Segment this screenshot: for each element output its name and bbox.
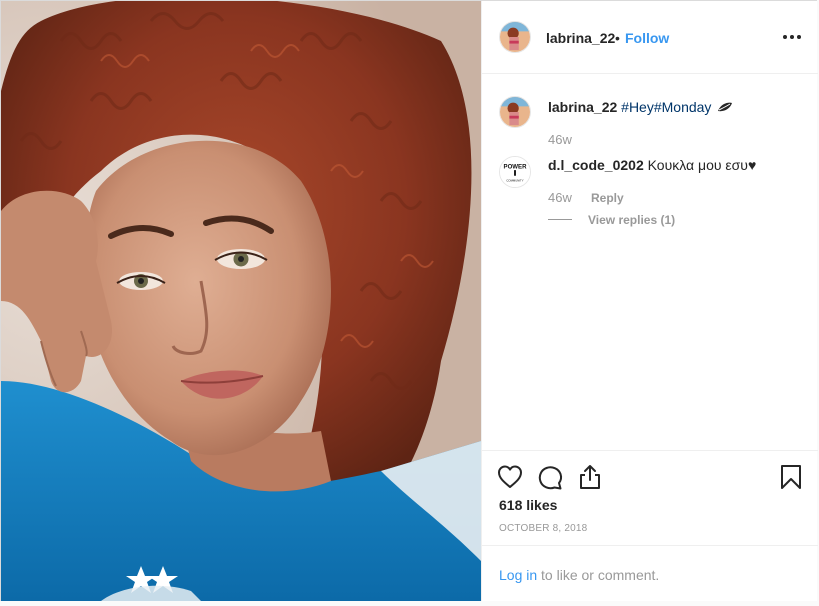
post-side-panel: labrina_22 • Follow labrina_22 #Hey#Mond…	[481, 1, 818, 601]
avatar-text-top: POWER	[504, 163, 528, 170]
caption-username[interactable]: labrina_22	[548, 99, 617, 115]
comment-timestamp[interactable]: 46w	[548, 190, 572, 205]
avatar-image	[500, 97, 530, 127]
follow-button[interactable]: Follow	[625, 30, 669, 46]
comment-body: Κουκλα μου εσυ♥	[647, 157, 757, 173]
comment-icon[interactable]	[536, 463, 564, 491]
bookmark-icon[interactable]	[777, 463, 805, 491]
comments-list: labrina_22 #Hey#Monday 46w POWER COMMUNI…	[482, 74, 818, 450]
avatar-image	[500, 22, 530, 52]
selfie-image	[1, 1, 481, 601]
share-icon[interactable]	[576, 463, 604, 491]
caption-avatar[interactable]	[499, 96, 531, 128]
login-prompt-text: to like or comment.	[537, 567, 660, 583]
caption-text: labrina_22 #Hey#Monday	[548, 98, 733, 116]
hashtag-monday[interactable]: #Monday	[654, 99, 712, 115]
commenter-avatar[interactable]: POWER COMMUNITY	[499, 156, 531, 188]
hashtag-hey[interactable]: #Hey	[621, 99, 654, 115]
leaf-icon	[717, 99, 733, 112]
comment-text: d.l_code_0202 Κουκλα μου εσυ♥	[548, 156, 756, 174]
replies-divider	[548, 219, 572, 220]
more-options-icon[interactable]	[780, 25, 804, 49]
likes-count[interactable]: 618 likes	[499, 497, 557, 513]
avatar-image: POWER COMMUNITY	[500, 157, 530, 187]
author-avatar[interactable]	[499, 21, 531, 53]
reply-button[interactable]: Reply	[591, 191, 624, 205]
login-prompt: Log in to like or comment.	[482, 545, 818, 601]
author-username[interactable]: labrina_22	[546, 30, 615, 46]
commenter-username[interactable]: d.l_code_0202	[548, 157, 644, 173]
login-link[interactable]: Log in	[499, 567, 537, 583]
post-photo[interactable]	[1, 1, 481, 601]
caption-timestamp[interactable]: 46w	[548, 132, 572, 147]
heart-icon[interactable]	[496, 463, 524, 491]
view-replies-button[interactable]: View replies (1)	[588, 213, 675, 227]
post-header: labrina_22 • Follow	[482, 1, 818, 74]
separator-dot: •	[615, 30, 620, 46]
avatar-text-bottom: COMMUNITY	[506, 178, 523, 182]
post-date[interactable]: OCTOBER 8, 2018	[499, 523, 587, 534]
post-actions: 618 likes OCTOBER 8, 2018	[482, 450, 818, 545]
post-dialog: labrina_22 • Follow labrina_22 #Hey#Mond…	[0, 0, 818, 601]
